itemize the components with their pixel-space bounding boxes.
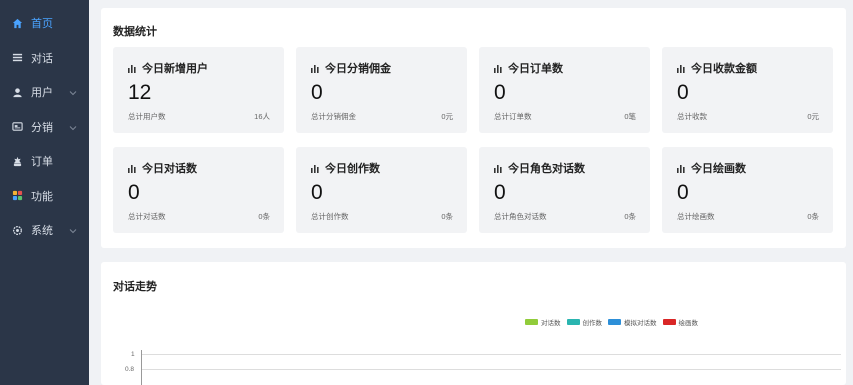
sidebar-item-label: 功能 bbox=[31, 190, 53, 203]
sidebar-item-home[interactable]: 首页 bbox=[0, 6, 89, 41]
legend-item-drawings[interactable]: 绘画数 bbox=[662, 317, 699, 327]
sidebar-item-orders[interactable]: 订单 bbox=[0, 144, 89, 179]
card-value: 12 bbox=[128, 81, 152, 104]
bar-chart-icon bbox=[311, 164, 319, 173]
share-icon bbox=[11, 121, 23, 133]
y-tick-label: 0.8 bbox=[125, 366, 135, 373]
bar-chart-icon bbox=[311, 64, 319, 73]
sidebar-item-users[interactable]: 用户 bbox=[0, 75, 89, 110]
trend-title: 对话走势 bbox=[113, 281, 157, 293]
legend-item-sim-chats[interactable]: 模拟对话数 bbox=[608, 317, 657, 327]
chevron-down-icon bbox=[69, 123, 77, 131]
sidebar-item-label: 对话 bbox=[31, 52, 53, 65]
card-title: 今日对话数 bbox=[142, 163, 197, 175]
sidebar-item-chat[interactable]: 对话 bbox=[0, 41, 89, 76]
card-value: 0 bbox=[677, 81, 689, 104]
card-value: 0 bbox=[311, 81, 323, 104]
card-sub-label: 总计对话数 bbox=[128, 212, 166, 221]
card-sub-value: 0元 bbox=[807, 112, 819, 121]
card-title: 今日绘画数 bbox=[691, 163, 746, 175]
sidebar-item-label: 系统 bbox=[31, 225, 53, 238]
card-sub-label: 总计收款 bbox=[677, 112, 707, 121]
bar-chart-icon bbox=[494, 164, 502, 173]
chevron-down-icon bbox=[69, 226, 77, 234]
card-value: 0 bbox=[494, 181, 506, 204]
gear-icon bbox=[11, 224, 23, 236]
grid-line bbox=[141, 369, 841, 370]
order-icon bbox=[11, 155, 23, 167]
grid-line bbox=[141, 354, 841, 355]
legend-label: 创作数 bbox=[582, 320, 603, 327]
bar-chart-icon bbox=[494, 64, 502, 73]
chart-legend: 对话数 创作数 模拟对话数 绘画数 bbox=[519, 317, 698, 327]
card-value: 0 bbox=[677, 181, 689, 204]
legend-swatch bbox=[608, 319, 621, 325]
card-sub-label: 总计分销佣金 bbox=[311, 112, 356, 121]
legend-item-chats[interactable]: 对话数 bbox=[525, 317, 561, 327]
stat-card-chats: 今日对话数 0 总计对话数 0条 bbox=[113, 147, 284, 233]
card-sub-value: 0笔 bbox=[624, 112, 636, 121]
card-value: 0 bbox=[311, 181, 323, 204]
sidebar-item-label: 订单 bbox=[31, 156, 53, 169]
legend-swatch bbox=[525, 319, 538, 325]
bar-chart-icon bbox=[677, 164, 685, 173]
card-sub-label: 总计角色对话数 bbox=[494, 212, 547, 221]
card-title: 今日新增用户 bbox=[142, 63, 208, 75]
stats-panel: 数据统计 今日新增用户 12 总计用户数 16人 今日分销佣金 0 总计分销佣金… bbox=[101, 8, 846, 248]
y-axis bbox=[141, 350, 142, 385]
card-sub-value: 0条 bbox=[258, 212, 270, 221]
legend-swatch bbox=[662, 319, 676, 325]
stat-card-commission: 今日分销佣金 0 总计分销佣金 0元 bbox=[296, 47, 467, 133]
stat-card-drawings: 今日绘画数 0 总计绘画数 0条 bbox=[662, 147, 833, 233]
sidebar-item-distribution[interactable]: 分销 bbox=[0, 110, 89, 145]
card-sub-value: 0条 bbox=[624, 212, 636, 221]
card-sub-label: 总计用户数 bbox=[128, 112, 166, 121]
legend-label: 对话数 bbox=[541, 320, 561, 327]
card-sub-value: 0条 bbox=[807, 212, 819, 221]
card-title: 今日分销佣金 bbox=[325, 63, 391, 75]
card-sub-value: 0元 bbox=[441, 112, 453, 121]
grid-icon bbox=[11, 190, 23, 202]
home-icon bbox=[11, 17, 23, 29]
bar-chart-icon bbox=[677, 64, 685, 73]
card-title: 今日角色对话数 bbox=[508, 163, 585, 175]
card-value: 0 bbox=[494, 81, 506, 104]
y-tick-label: 1 bbox=[131, 351, 135, 358]
sidebar: 首页 对话 用户 分销 订单 功能 系统 bbox=[0, 0, 89, 385]
user-icon bbox=[11, 86, 23, 98]
card-value: 0 bbox=[128, 181, 140, 204]
sidebar-item-system[interactable]: 系统 bbox=[0, 213, 89, 248]
stats-title: 数据统计 bbox=[113, 26, 157, 38]
legend-item-creations[interactable]: 创作数 bbox=[566, 317, 603, 327]
card-sub-label: 总计订单数 bbox=[494, 112, 532, 121]
card-sub-label: 总计绘画数 bbox=[677, 212, 715, 221]
stat-card-creations: 今日创作数 0 总计创作数 0条 bbox=[296, 147, 467, 233]
sidebar-item-label: 用户 bbox=[31, 87, 53, 100]
bar-chart-icon bbox=[128, 64, 136, 73]
card-sub-value: 0条 bbox=[441, 212, 453, 221]
card-title: 今日收款金额 bbox=[691, 63, 757, 75]
card-title: 今日创作数 bbox=[325, 163, 380, 175]
legend-label: 绘画数 bbox=[678, 320, 699, 327]
stat-card-role-chats: 今日角色对话数 0 总计角色对话数 0条 bbox=[479, 147, 650, 233]
sidebar-item-features[interactable]: 功能 bbox=[0, 179, 89, 214]
card-title: 今日订单数 bbox=[508, 63, 563, 75]
trend-panel: 对话走势 对话数 创作数 模拟对话数 绘画数 1 0.8 bbox=[101, 262, 846, 385]
bar-chart-icon bbox=[128, 164, 136, 173]
legend-swatch bbox=[566, 319, 580, 325]
sidebar-item-label: 分销 bbox=[31, 121, 53, 134]
card-sub-value: 16人 bbox=[254, 112, 270, 121]
chevron-down-icon bbox=[69, 88, 77, 96]
stat-card-orders: 今日订单数 0 总计订单数 0笔 bbox=[479, 47, 650, 133]
stat-card-revenue: 今日收款金额 0 总计收款 0元 bbox=[662, 47, 833, 133]
menu-lines-icon bbox=[11, 52, 23, 64]
sidebar-item-label: 首页 bbox=[31, 18, 53, 31]
card-sub-label: 总计创作数 bbox=[311, 212, 349, 221]
stat-card-new-users: 今日新增用户 12 总计用户数 16人 bbox=[113, 47, 284, 133]
legend-label: 模拟对话数 bbox=[624, 320, 657, 327]
